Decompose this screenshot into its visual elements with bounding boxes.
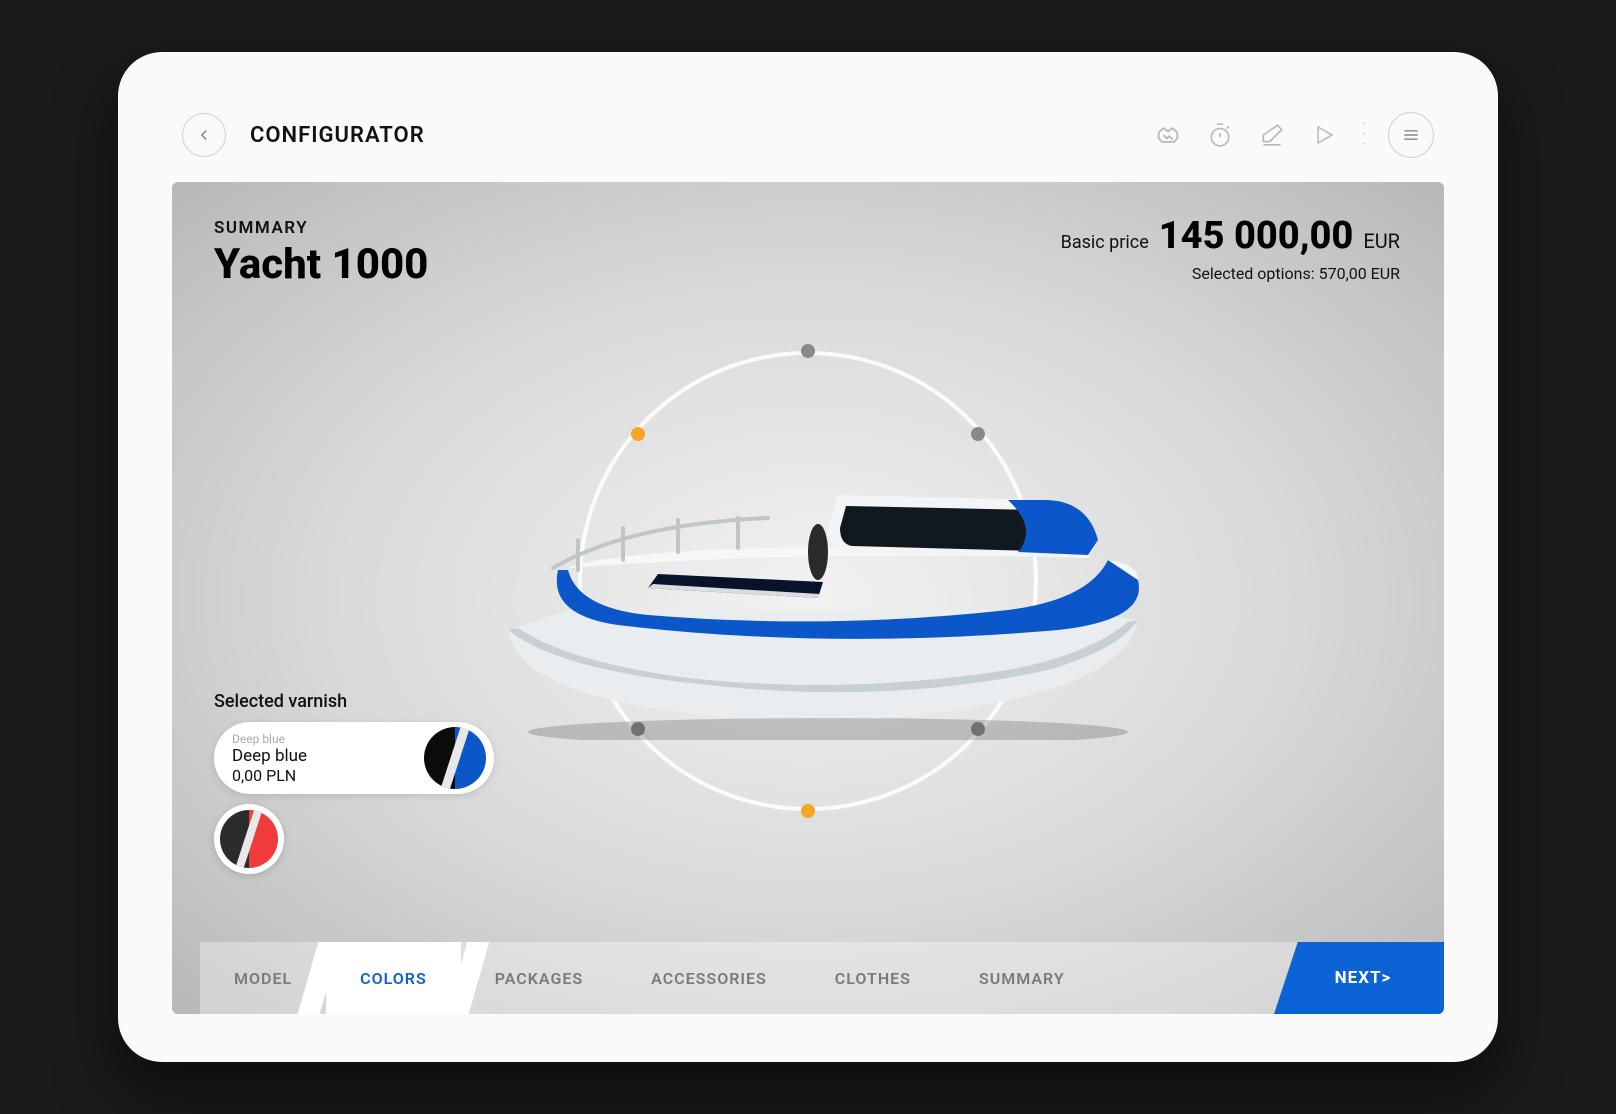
tab-packages[interactable]: PACKAGES	[461, 942, 617, 1014]
ring-handle-bottom-right[interactable]	[971, 722, 985, 736]
basic-price-value: 145 000,00	[1159, 214, 1354, 258]
divider-dots: ···	[1361, 121, 1366, 149]
tablet-frame: CONFIGURATOR ··· SUMMARY Yacht 1000	[118, 52, 1498, 1062]
app-header: CONFIGURATOR ···	[172, 100, 1444, 170]
selected-varnish-small: Deep blue	[232, 732, 424, 746]
varnish-block: Selected varnish Deep blue Deep blue 0,0…	[214, 691, 494, 874]
header-right: ···	[1153, 112, 1434, 158]
ring-handle-bottom[interactable]	[801, 804, 815, 818]
rotate-ring[interactable]	[578, 351, 1038, 811]
ring-circle	[578, 351, 1038, 811]
selected-varnish-price: 0,00 PLN	[232, 766, 424, 785]
model-name: Yacht 1000	[214, 240, 428, 289]
selected-varnish-card[interactable]: Deep blue Deep blue 0,00 PLN	[214, 722, 494, 794]
ring-handle-top[interactable]	[801, 344, 815, 358]
eraser-icon[interactable]	[1257, 120, 1287, 150]
tab-colors[interactable]: COLORS	[326, 942, 461, 1014]
ring-handle-bottom-left[interactable]	[631, 722, 645, 736]
page-title: CONFIGURATOR	[250, 123, 425, 148]
configurator-canvas: SUMMARY Yacht 1000 Basic price 145 000,0…	[172, 182, 1444, 1014]
tab-spacer	[1099, 942, 1274, 1014]
hamburger-icon	[1401, 125, 1421, 145]
arrow-left-icon	[195, 126, 213, 144]
basic-price-currency: EUR	[1363, 229, 1400, 253]
selected-varnish-text: Deep blue Deep blue 0,00 PLN	[232, 732, 424, 785]
ring-handle-top-right[interactable]	[971, 427, 985, 441]
basic-price-label: Basic price	[1061, 232, 1149, 253]
next-button[interactable]: NEXT>	[1274, 942, 1444, 1014]
price-block: Basic price 145 000,00 EUR Selected opti…	[1061, 214, 1400, 283]
selected-varnish-name: Deep blue	[232, 746, 424, 766]
back-button[interactable]	[182, 113, 226, 157]
stopwatch-icon[interactable]	[1205, 120, 1235, 150]
selected-varnish-swatch	[424, 727, 486, 789]
tab-accessories[interactable]: ACCESSORIES	[617, 942, 801, 1014]
handshake-icon[interactable]	[1153, 120, 1183, 150]
header-left: CONFIGURATOR	[182, 113, 425, 157]
summary-label: SUMMARY	[214, 218, 428, 238]
play-icon[interactable]	[1309, 120, 1339, 150]
menu-button[interactable]	[1388, 112, 1434, 158]
step-tabs: MODEL COLORS PACKAGES ACCESSORIES CLOTHE…	[200, 942, 1444, 1014]
tab-summary[interactable]: SUMMARY	[945, 942, 1099, 1014]
ring-handle-top-left[interactable]	[631, 427, 645, 441]
summary-block: SUMMARY Yacht 1000	[214, 218, 428, 289]
selected-options-line: Selected options: 570,00 EUR	[1061, 264, 1400, 283]
alt-varnish-swatch[interactable]	[214, 804, 284, 874]
tab-clothes[interactable]: CLOTHES	[801, 942, 945, 1014]
basic-price-line: Basic price 145 000,00 EUR	[1061, 214, 1400, 258]
varnish-label: Selected varnish	[214, 691, 494, 712]
